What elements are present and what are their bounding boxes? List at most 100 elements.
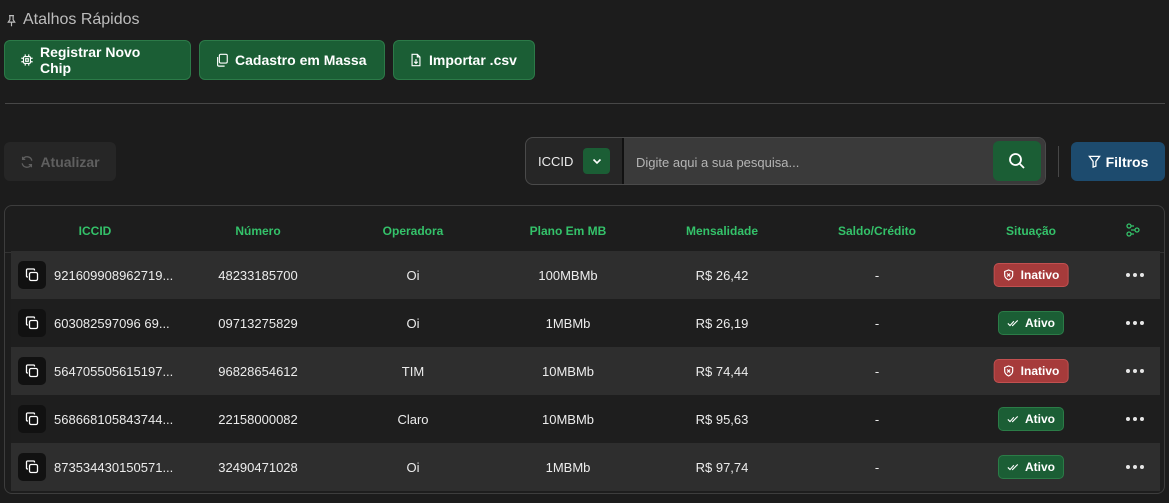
cell-saldo: - <box>874 268 880 283</box>
status-label: Inativo <box>1020 364 1060 378</box>
cell-plano: 1MBMb <box>545 460 591 475</box>
chips-table: ICCID Número Operadora Plano Em MB Mensa… <box>4 205 1165 494</box>
cell-numero: 32490471028 <box>218 460 298 475</box>
search-field-dropdown[interactable] <box>583 148 611 174</box>
search-button[interactable] <box>993 141 1041 181</box>
col-numero[interactable]: Número <box>235 224 280 238</box>
cell-plano: 1MBMb <box>545 316 591 331</box>
search-input[interactable] <box>624 138 1045 184</box>
cell-numero: 22158000082 <box>218 412 298 427</box>
table-row: 873534430150571... 32490471028 Oi 1MBMb R$ 9… <box>11 443 1160 491</box>
status-label: Inativo <box>1020 268 1060 282</box>
cell-iccid: 603082597096 69... <box>54 316 170 331</box>
section-divider <box>5 103 1165 104</box>
cell-operadora: Claro <box>397 412 429 427</box>
copy-icon <box>25 412 39 426</box>
row-actions-button[interactable] <box>1123 315 1147 331</box>
col-operadora[interactable]: Operadora <box>383 224 444 238</box>
cell-mensalidade: R$ 97,74 <box>695 460 749 475</box>
copy-iccid-button[interactable] <box>18 405 46 433</box>
cell-operadora: Oi <box>406 268 420 283</box>
bulk-register-label: Cadastro em Massa <box>235 52 367 68</box>
copy-files-icon <box>217 53 228 67</box>
search-field-value: ICCID <box>538 153 574 169</box>
refresh-label: Atualizar <box>40 153 100 170</box>
cell-mensalidade: R$ 26,42 <box>695 268 749 283</box>
column-settings-icon[interactable] <box>1125 222 1141 238</box>
cell-mensalidade: R$ 95,63 <box>695 412 749 427</box>
col-plano[interactable]: Plano Em MB <box>530 224 607 238</box>
status-label: Ativo <box>1025 460 1055 474</box>
copy-iccid-button[interactable] <box>18 309 46 337</box>
quick-actions: Registrar Novo Chip Cadastro em Massa Im… <box>4 40 535 80</box>
copy-icon <box>25 268 39 282</box>
table-row: 564705505615197... 96828654612 TIM 10MBMb R$… <box>11 347 1160 395</box>
row-actions-button[interactable] <box>1123 267 1147 283</box>
status-badge: Ativo <box>998 455 1064 479</box>
double-check-icon <box>1007 416 1019 423</box>
cell-numero: 09713275829 <box>218 316 298 331</box>
import-csv-button[interactable]: Importar .csv <box>393 40 535 80</box>
row-actions-button[interactable] <box>1123 459 1147 475</box>
cell-saldo: - <box>874 364 880 379</box>
table-row: 568668105843744... 22158000082 Claro 10MBMb… <box>11 395 1160 443</box>
cell-iccid: 564705505615197... <box>54 364 174 379</box>
row-actions-button[interactable] <box>1123 411 1147 427</box>
status-badge: Ativo <box>998 311 1064 335</box>
cell-saldo: - <box>874 460 880 475</box>
col-situacao[interactable]: Situação <box>1006 224 1056 238</box>
col-iccid[interactable]: ICCID <box>79 224 112 238</box>
filter-icon <box>1087 155 1101 168</box>
cell-saldo: - <box>874 316 880 331</box>
copy-iccid-button[interactable] <box>18 453 46 481</box>
chip-icon <box>21 54 33 66</box>
copy-iccid-button[interactable] <box>18 357 46 385</box>
pin-icon <box>7 14 16 26</box>
filters-button[interactable]: Filtros <box>1071 142 1165 181</box>
cell-iccid: 921609908962719... <box>54 268 174 283</box>
double-check-icon <box>1007 320 1019 327</box>
shield-x-icon <box>1004 365 1014 377</box>
row-actions-button[interactable] <box>1123 363 1147 379</box>
cell-iccid: 568668105843744... <box>54 412 174 427</box>
search-icon <box>1009 153 1025 169</box>
shortcuts-title: Atalhos Rápidos <box>23 11 140 28</box>
cell-plano: 100MBMb <box>538 268 598 283</box>
table-header: ICCID Número Operadora Plano Em MB Mensa… <box>5 206 1164 253</box>
cell-plano: 10MBMb <box>541 412 595 427</box>
refresh-button[interactable]: Atualizar <box>4 142 116 181</box>
chevron-down-icon <box>592 158 601 165</box>
status-badge: Inativo <box>993 263 1069 287</box>
cell-operadora: TIM <box>401 364 425 379</box>
cell-mensalidade: R$ 74,44 <box>695 364 749 379</box>
file-import-icon <box>411 53 421 67</box>
cell-saldo: - <box>874 412 880 427</box>
import-csv-label: Importar .csv <box>429 52 517 68</box>
register-chip-button[interactable]: Registrar Novo Chip <box>4 40 191 80</box>
register-chip-label: Registrar Novo Chip <box>39 44 141 76</box>
double-check-icon <box>1007 464 1019 471</box>
search-bar: ICCID <box>525 137 1046 185</box>
shortcuts-header: Atalhos Rápidos <box>5 10 140 30</box>
refresh-icon <box>21 155 33 168</box>
copy-icon <box>25 316 39 330</box>
shield-x-icon <box>1004 269 1014 281</box>
table-row: 603082597096 69... 09713275829 Oi 1MBMb R$ 2… <box>11 299 1160 347</box>
table-row: 921609908962719... 48233185700 Oi 100MBMb R$… <box>11 251 1160 299</box>
status-badge: Inativo <box>993 359 1069 383</box>
copy-iccid-button[interactable] <box>18 261 46 289</box>
col-mensalidade[interactable]: Mensalidade <box>686 224 758 238</box>
cell-numero: 96828654612 <box>218 364 298 379</box>
col-saldo[interactable]: Saldo/Crédito <box>838 224 916 238</box>
status-badge: Ativo <box>998 407 1064 431</box>
status-label: Ativo <box>1025 316 1055 330</box>
status-label: Ativo <box>1025 412 1055 426</box>
bulk-register-button[interactable]: Cadastro em Massa <box>199 40 385 80</box>
cell-operadora: Oi <box>406 460 420 475</box>
cell-operadora: Oi <box>406 316 420 331</box>
cell-numero: 48233185700 <box>218 268 298 283</box>
filters-label: Filtros <box>1105 153 1149 170</box>
cell-iccid: 873534430150571... <box>54 460 174 475</box>
copy-icon <box>25 364 39 378</box>
search-field-select[interactable]: ICCID <box>526 138 624 184</box>
